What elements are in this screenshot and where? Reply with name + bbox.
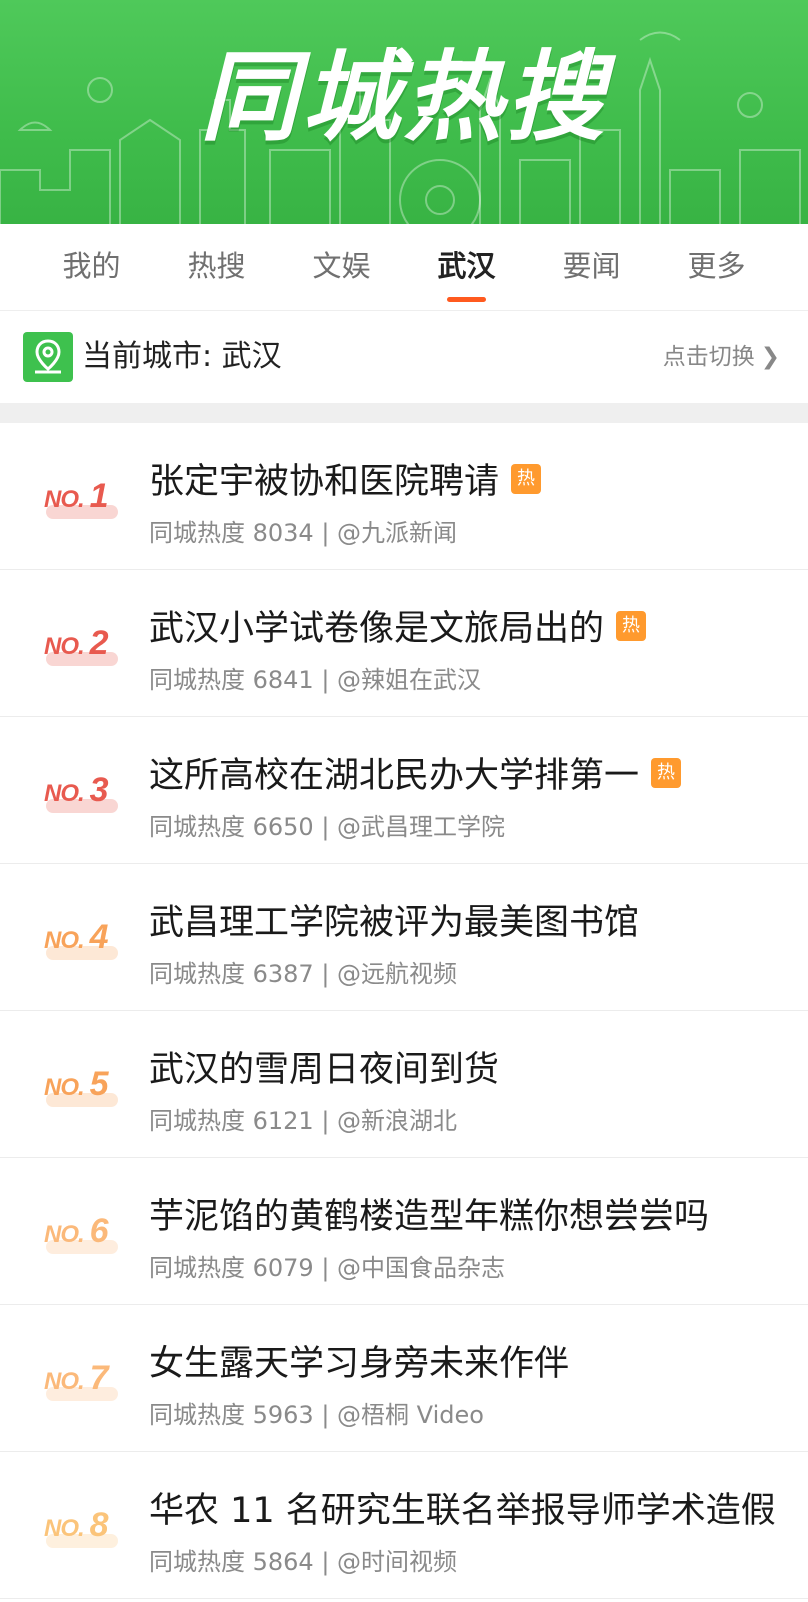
current-city-bar: 当前城市: 武汉 点击切换 ❯ (0, 311, 808, 403)
rank-number: NO. 5 (44, 1011, 109, 1157)
rank-value: 6 (89, 1212, 109, 1250)
item-title-text: 武汉的雪周日夜间到货 (149, 1050, 500, 1090)
rank-value: 1 (89, 477, 109, 515)
rank-prefix: NO. (44, 1074, 85, 1101)
list-item[interactable]: NO. 2 武汉小学试卷像是文旅局出的热同城热度 6841 | @辣姐在武汉 (0, 570, 808, 717)
rank-value: 5 (89, 1065, 109, 1103)
item-title[interactable]: 华农 11 名研究生联名举报导师学术造假 (149, 1482, 776, 1533)
rank-value: 8 (89, 1506, 109, 1544)
list-item[interactable]: NO. 5 武汉的雪周日夜间到货同城热度 6121 | @新浪湖北 (0, 1011, 808, 1158)
list-item[interactable]: NO. 3 这所高校在湖北民办大学排第一热同城热度 6650 | @武昌理工学院 (0, 717, 808, 864)
item-meta: 同城热度 6387 | @远航视频 (149, 960, 458, 988)
rank-number: NO. 2 (44, 570, 109, 716)
switch-city-button[interactable]: 点击切换 ❯ (663, 311, 780, 403)
list-item[interactable]: NO. 8 华农 11 名研究生联名举报导师学术造假同城热度 5864 | @时间视… (0, 1452, 808, 1599)
location-pin-icon (23, 332, 73, 382)
rank-prefix: NO. (44, 1221, 85, 1248)
rank-prefix: NO. (44, 927, 85, 954)
rank-value: 2 (89, 624, 109, 662)
tab-news[interactable]: 要闻 (529, 224, 654, 310)
item-title[interactable]: 武昌理工学院被评为最美图书馆 (149, 894, 639, 945)
list-item[interactable]: NO. 4 武昌理工学院被评为最美图书馆同城热度 6387 | @远航视频 (0, 864, 808, 1011)
tab-wuhan[interactable]: 武汉 (404, 224, 529, 310)
item-meta: 同城热度 6121 | @新浪湖北 (149, 1107, 458, 1135)
item-title[interactable]: 武汉的雪周日夜间到货 (149, 1041, 499, 1092)
rank-number: NO. 1 (44, 423, 109, 569)
hot-badge: 热 (511, 464, 542, 494)
hot-badge: 热 (651, 758, 682, 788)
rank-value: 4 (89, 918, 109, 956)
section-divider (0, 403, 808, 423)
tab-entertainment[interactable]: 文娱 (279, 224, 404, 310)
item-title[interactable]: 武汉小学试卷像是文旅局出的热 (149, 600, 647, 651)
tab-bar: 我的 热搜 文娱 武汉 要闻 更多 (0, 224, 808, 311)
banner-title: 同城热搜 (199, 41, 608, 155)
rank-prefix: NO. (44, 633, 85, 660)
item-meta: 同城热度 5864 | @时间视频 (149, 1548, 458, 1576)
rank-number: NO. 7 (44, 1305, 109, 1451)
list-item[interactable]: NO. 6 芋泥馅的黄鹤楼造型年糕你想尝尝吗同城热度 6079 | @中国食品杂志 (0, 1158, 808, 1305)
item-title-text: 华农 11 名研究生联名举报导师学术造假 (149, 1491, 776, 1531)
item-title[interactable]: 张定宇被协和医院聘请热 (149, 453, 542, 504)
hot-badge: 热 (616, 611, 647, 641)
item-meta: 同城热度 6650 | @武昌理工学院 (149, 813, 506, 841)
rank-value: 7 (89, 1359, 109, 1397)
rank-value: 3 (89, 771, 109, 809)
rank-number: NO. 3 (44, 717, 109, 863)
item-title-text: 武汉小学试卷像是文旅局出的 (149, 609, 605, 649)
tab-mine[interactable]: 我的 (29, 224, 154, 310)
item-meta: 同城热度 6841 | @辣姐在武汉 (149, 666, 482, 694)
item-title-text: 芋泥馅的黄鹤楼造型年糕你想尝尝吗 (149, 1197, 710, 1237)
item-title[interactable]: 女生露天学习身旁未来作伴 (149, 1335, 569, 1386)
item-meta: 同城热度 6079 | @中国食品杂志 (149, 1254, 506, 1282)
rank-prefix: NO. (44, 780, 85, 807)
item-title-text: 武昌理工学院被评为最美图书馆 (149, 903, 640, 943)
item-meta: 同城热度 5963 | @梧桐 Video (149, 1401, 484, 1429)
list-item[interactable]: NO. 7 女生露天学习身旁未来作伴同城热度 5963 | @梧桐 Video (0, 1305, 808, 1452)
switch-city-label: 点击切换 (662, 344, 755, 370)
tab-more[interactable]: 更多 (654, 224, 779, 310)
item-title-text: 这所高校在湖北民办大学排第一 (149, 756, 640, 796)
item-title[interactable]: 这所高校在湖北民办大学排第一热 (149, 747, 682, 798)
rank-prefix: NO. (44, 486, 85, 513)
hot-search-list: NO. 1 张定宇被协和医院聘请热同城热度 8034 | @九派新闻 NO. 2 武汉小学… (0, 423, 808, 1599)
rank-prefix: NO. (44, 1368, 85, 1395)
chevron-right-icon: ❯ (760, 344, 780, 370)
item-title-text: 女生露天学习身旁未来作伴 (149, 1344, 570, 1384)
item-title-text: 张定宇被协和医院聘请 (149, 462, 500, 502)
current-city-label: 当前城市: 武汉 (82, 339, 282, 374)
rank-number: NO. 6 (44, 1158, 109, 1304)
list-item[interactable]: NO. 1 张定宇被协和医院聘请热同城热度 8034 | @九派新闻 (0, 423, 808, 570)
rank-number: NO. 8 (44, 1452, 109, 1598)
rank-prefix: NO. (44, 1515, 85, 1542)
item-meta: 同城热度 8034 | @九派新闻 (149, 519, 458, 547)
rank-number: NO. 4 (44, 864, 109, 1010)
header-banner: 同城热搜 (0, 0, 808, 224)
tab-hot-search[interactable]: 热搜 (154, 224, 279, 310)
item-title[interactable]: 芋泥馅的黄鹤楼造型年糕你想尝尝吗 (149, 1188, 709, 1239)
